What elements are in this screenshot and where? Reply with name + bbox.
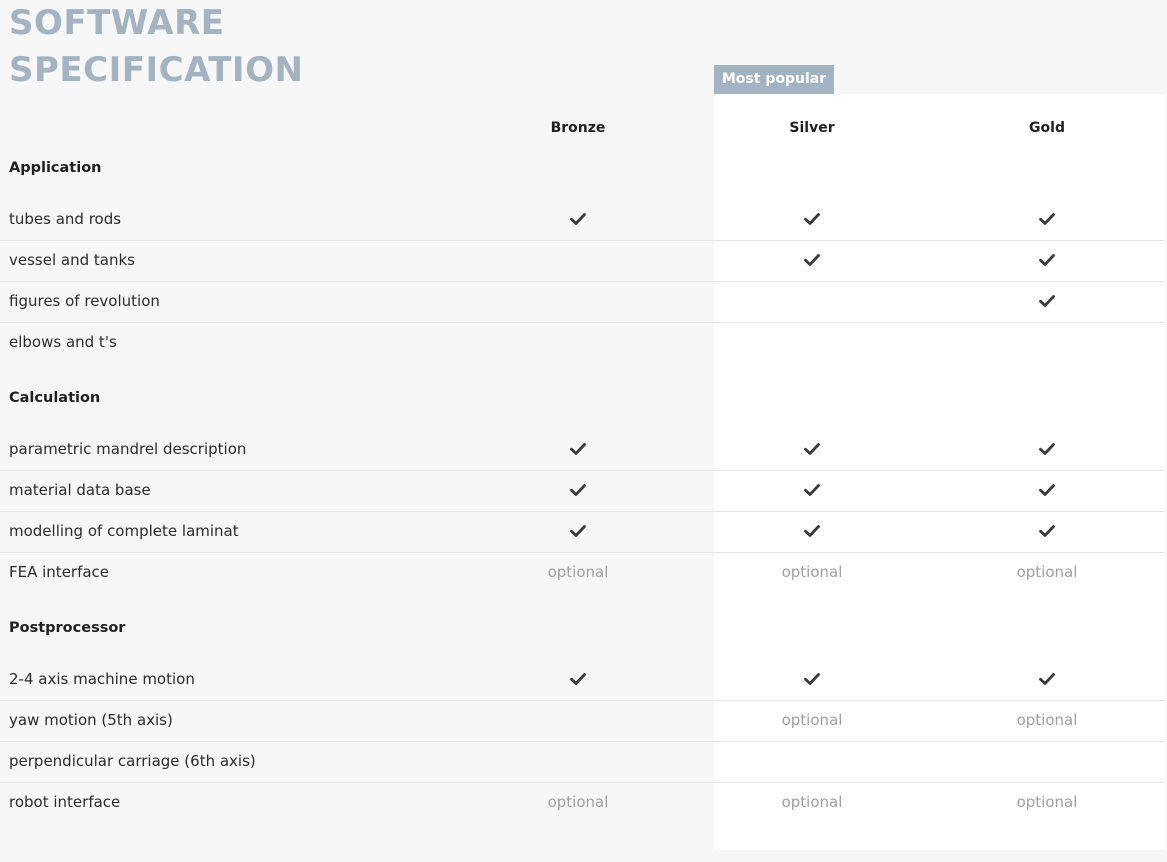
check-icon	[570, 482, 586, 501]
column-header-bronze: Bronze	[550, 120, 606, 136]
table-row: perpendicular carriage (6th axis)	[0, 741, 1165, 783]
page-title: SOFTWARE SPECIFICATION	[9, 0, 303, 94]
most-popular-badge: Most popular	[714, 65, 834, 94]
check-icon	[804, 523, 820, 542]
cell-silver: optional	[732, 553, 892, 594]
cell-bronze: optional	[498, 783, 658, 824]
check-icon	[804, 482, 820, 501]
cell-gold: optional	[967, 783, 1127, 824]
check-icon	[1039, 671, 1055, 690]
check-icon	[570, 441, 586, 460]
table-row: tubes and rods	[0, 200, 1165, 241]
column-header-gold: Gold	[1029, 120, 1065, 136]
cell-gold: optional	[967, 701, 1127, 742]
row-label: elbows and t's	[9, 333, 117, 351]
optional-label: optional	[1016, 711, 1078, 729]
check-icon	[570, 523, 586, 542]
cell-gold	[967, 512, 1127, 553]
check-icon	[570, 671, 586, 690]
title-line-2: SPECIFICATION	[9, 50, 304, 90]
row-label: robot interface	[9, 793, 121, 811]
optional-label: optional	[1016, 563, 1078, 581]
table-row: robot interface optional optional optional	[0, 782, 1165, 824]
check-icon	[1039, 523, 1055, 542]
cell-bronze	[498, 742, 658, 783]
cell-bronze	[498, 660, 658, 701]
cell-bronze	[498, 282, 658, 323]
table-row: modelling of complete laminat	[0, 511, 1165, 553]
cell-bronze: optional	[498, 553, 658, 594]
table-row: 2-4 axis machine motion	[0, 660, 1165, 701]
check-icon	[1039, 441, 1055, 460]
title-line-1: SOFTWARE	[9, 3, 225, 43]
cell-gold	[967, 742, 1127, 783]
cell-silver	[732, 282, 892, 323]
cell-silver: optional	[732, 701, 892, 742]
table-row: yaw motion (5th axis) optional optional	[0, 700, 1165, 742]
optional-label: optional	[1016, 793, 1078, 811]
cell-gold	[967, 200, 1127, 241]
table-row: FEA interface optional optional optional	[0, 552, 1165, 594]
section-heading-postprocessor: Postprocessor	[9, 620, 126, 636]
cell-bronze	[498, 471, 658, 512]
row-label: figures of revolution	[9, 292, 160, 310]
cell-silver	[732, 742, 892, 783]
row-label: yaw motion (5th axis)	[9, 711, 173, 729]
optional-label: optional	[547, 793, 609, 811]
cell-silver	[732, 660, 892, 701]
cell-gold	[967, 282, 1127, 323]
section-heading-application: Application	[9, 160, 102, 176]
cell-bronze	[498, 701, 658, 742]
check-icon	[804, 252, 820, 271]
table-row: vessel and tanks	[0, 240, 1165, 282]
check-icon	[804, 211, 820, 230]
cell-bronze	[498, 512, 658, 553]
row-label: material data base	[9, 481, 151, 499]
table-row: parametric mandrel description	[0, 430, 1165, 471]
section-heading-calculation: Calculation	[9, 390, 101, 406]
cell-bronze	[498, 323, 658, 364]
row-label: vessel and tanks	[9, 251, 135, 269]
table-row: figures of revolution	[0, 281, 1165, 323]
cell-silver	[732, 430, 892, 471]
cell-gold	[967, 471, 1127, 512]
optional-label: optional	[781, 711, 843, 729]
row-label: FEA interface	[9, 563, 110, 581]
table-row: material data base	[0, 470, 1165, 512]
cell-gold: optional	[967, 553, 1127, 594]
cell-silver	[732, 200, 892, 241]
check-icon	[1039, 211, 1055, 230]
cell-bronze	[498, 430, 658, 471]
check-icon	[1039, 482, 1055, 501]
cell-gold	[967, 241, 1127, 282]
cell-gold	[967, 660, 1127, 701]
column-header-silver: Silver	[789, 120, 835, 136]
row-label: perpendicular carriage (6th axis)	[9, 752, 256, 770]
cell-silver	[732, 323, 892, 364]
optional-label: optional	[781, 563, 843, 581]
check-icon	[1039, 293, 1055, 312]
check-icon	[804, 441, 820, 460]
row-label: tubes and rods	[9, 210, 122, 228]
check-icon	[570, 211, 586, 230]
optional-label: optional	[781, 793, 843, 811]
cell-gold	[967, 323, 1127, 364]
row-label: 2-4 axis machine motion	[9, 670, 195, 688]
row-label: parametric mandrel description	[9, 440, 247, 458]
cell-silver: optional	[732, 783, 892, 824]
check-icon	[804, 671, 820, 690]
cell-silver	[732, 512, 892, 553]
cell-bronze	[498, 241, 658, 282]
check-icon	[1039, 252, 1055, 271]
cell-silver	[732, 471, 892, 512]
optional-label: optional	[547, 563, 609, 581]
cell-silver	[732, 241, 892, 282]
table-row: elbows and t's	[0, 322, 1165, 364]
row-label: modelling of complete laminat	[9, 522, 239, 540]
cell-gold	[967, 430, 1127, 471]
cell-bronze	[498, 200, 658, 241]
